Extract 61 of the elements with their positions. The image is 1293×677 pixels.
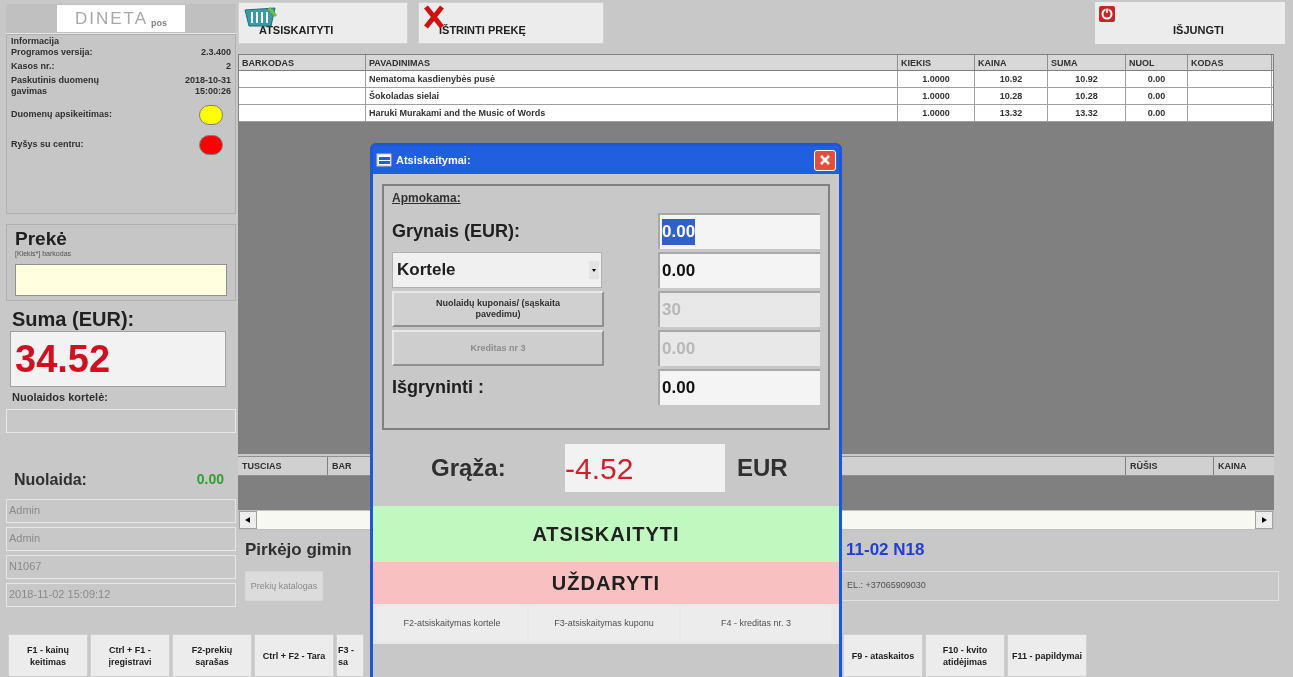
logo-suffix: pos	[151, 16, 168, 30]
field-value: 2018-11-02 15:09:12	[9, 587, 111, 603]
table-cell: Šokoladas sielai	[366, 88, 898, 104]
discount-value: 0.00	[196, 470, 224, 489]
group-label: Apmokama:	[392, 190, 462, 207]
info-title: Informacija	[11, 36, 60, 47]
info-value: 2018-10-31 15:00:26	[183, 75, 231, 97]
dropdown-value: Kortele	[397, 259, 456, 282]
table-cell: 1.0000	[898, 71, 975, 87]
field-value: N1067	[9, 559, 42, 575]
indicator-label: Ryšys su centru:	[11, 138, 84, 152]
column-header: SUMA	[1048, 55, 1126, 70]
total-amount: 34.52	[15, 339, 111, 379]
info-label: Paskutinis duomenų gavimas	[11, 75, 100, 97]
table-cell: 0.00	[1126, 71, 1188, 87]
field-value: 0.00	[662, 219, 696, 245]
column-header: KIEKIS	[898, 55, 975, 70]
column-header: RŪŠIS	[1126, 457, 1214, 475]
table-cell: 10.28	[975, 88, 1048, 104]
table-cell: 10.92	[1048, 71, 1126, 87]
field-value: 0.00	[662, 377, 696, 400]
table-cell: 13.32	[975, 105, 1048, 121]
phone-text: EL.: +37065909030	[847, 579, 926, 593]
info-value: 2	[225, 61, 231, 72]
column-header: KAINA	[975, 55, 1048, 70]
column-header: BAR	[331, 460, 353, 473]
customer-heading: Pirkėjo gimin	[244, 539, 353, 562]
table-cell: 0.00	[1126, 105, 1188, 121]
column-header: PAVADINIMAS	[366, 55, 898, 70]
table-cell: Nematoma kasdienybės pusė	[366, 71, 898, 87]
dialog-title: Atsiskaitymai:	[396, 152, 472, 168]
table-cell: 10.92	[975, 71, 1048, 87]
column-header: KAINA	[1217, 460, 1248, 473]
payment-label: Grynais (EUR):	[392, 219, 521, 243]
total-label: Suma (EUR):	[11, 307, 136, 331]
column-header: BARKODAS	[239, 55, 366, 70]
indicator-label: Duomenų apsikeitimas:	[11, 108, 113, 122]
info-value: 2.3.400	[199, 47, 231, 58]
table-cell: 0.00	[1126, 88, 1188, 104]
column-header: TUSCIAS	[238, 457, 328, 475]
table-cell: 1.0000	[898, 88, 975, 104]
table-cell: 1.0000	[898, 105, 975, 121]
customer-info: 11-02 N18	[846, 539, 925, 562]
discount-label: Nuolaida:	[14, 469, 87, 490]
change-label: Grąža:	[431, 453, 507, 483]
payment-label: Išgryninti :	[392, 375, 484, 399]
field-value: Admin	[9, 503, 41, 519]
field-value: 0.00	[662, 260, 696, 283]
info-label: Programos versija:	[11, 47, 94, 58]
field-value: Admin	[9, 531, 41, 547]
table-cell: Haruki Murakami and the Music of Words	[366, 105, 898, 121]
info-label: Kasos nr.:	[11, 61, 56, 72]
table-cell: 13.32	[1048, 105, 1126, 121]
column-header: KODAS	[1188, 55, 1272, 70]
currency-label: EUR	[737, 453, 788, 483]
table-cell: 10.28	[1048, 88, 1126, 104]
discount-card-label: Nuolaidos kortelė:	[11, 390, 109, 405]
change-amount: -4.52	[565, 450, 634, 487]
logo-text: DINETA	[74, 7, 149, 30]
item-title: Prekė	[15, 229, 68, 249]
column-header: NUOL	[1126, 55, 1188, 70]
